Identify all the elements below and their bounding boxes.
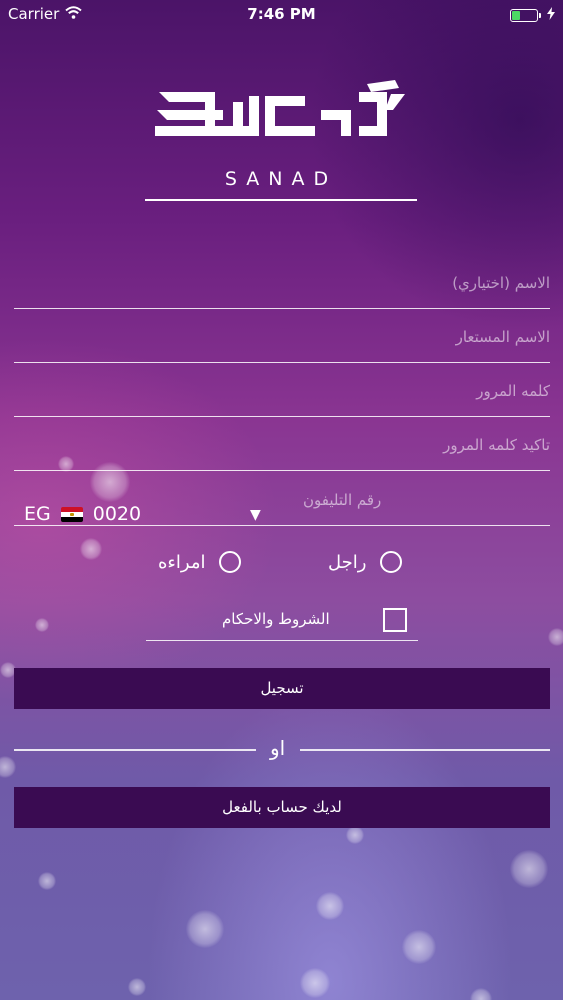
name-input[interactable]: الاسم (اختياري) [14, 268, 550, 309]
terms-row: الشروط والاحكام [146, 604, 418, 641]
male-radio[interactable] [380, 551, 403, 573]
battery-icon [510, 8, 541, 22]
signup-screen: Carrier 7:46 PM SANAD الاسم (اختياري) ال… [0, 0, 563, 1000]
name-placeholder: الاسم (اختياري) [452, 274, 550, 292]
dial-code: 0020 [92, 503, 142, 525]
egypt-flag-icon [60, 506, 83, 522]
battery-fill [512, 10, 520, 20]
phone-input[interactable]: رقم التليفون [303, 491, 381, 509]
sanad-logo: SANAD [145, 80, 417, 202]
logo-mark-icon [155, 80, 405, 136]
male-label: راجل [328, 551, 367, 573]
phone-field: EG 0020 ▼ رقم التليفون [14, 485, 550, 526]
status-bar: Carrier 7:46 PM [0, 0, 563, 30]
confirm-password-input[interactable]: تاكيد كلمه المرور [14, 430, 550, 471]
nickname-input[interactable]: الاسم المستعار [14, 322, 550, 363]
logo-underline [145, 199, 417, 201]
gender-female-option[interactable]: امراءه [158, 551, 242, 573]
password-placeholder: كلمه المرور [476, 382, 550, 400]
status-time: 7:46 PM [247, 5, 316, 23]
gender-male-option[interactable]: راجل [328, 551, 403, 573]
nickname-placeholder: الاسم المستعار [455, 328, 550, 346]
or-line-right [300, 749, 550, 751]
country-code: EG [24, 503, 51, 525]
country-picker[interactable]: EG 0020 [24, 503, 141, 525]
status-right [510, 6, 555, 24]
chevron-down-icon[interactable]: ▼ [250, 507, 261, 523]
or-divider: او [14, 736, 550, 764]
register-button[interactable]: تسجيل [14, 668, 550, 709]
charging-bolt-icon [547, 6, 555, 24]
or-label: او [270, 736, 286, 760]
logo-wordmark: SANAD [224, 168, 338, 190]
female-radio[interactable] [219, 551, 242, 573]
terms-link[interactable]: الشروط والاحكام [222, 610, 330, 628]
female-label: امراءه [158, 551, 206, 573]
password-input[interactable]: كلمه المرور [14, 376, 550, 417]
have-account-button[interactable]: لديك حساب بالفعل [14, 787, 550, 828]
or-line-left [14, 749, 256, 751]
confirm-password-placeholder: تاكيد كلمه المرور [443, 436, 550, 454]
terms-checkbox[interactable] [383, 608, 407, 632]
